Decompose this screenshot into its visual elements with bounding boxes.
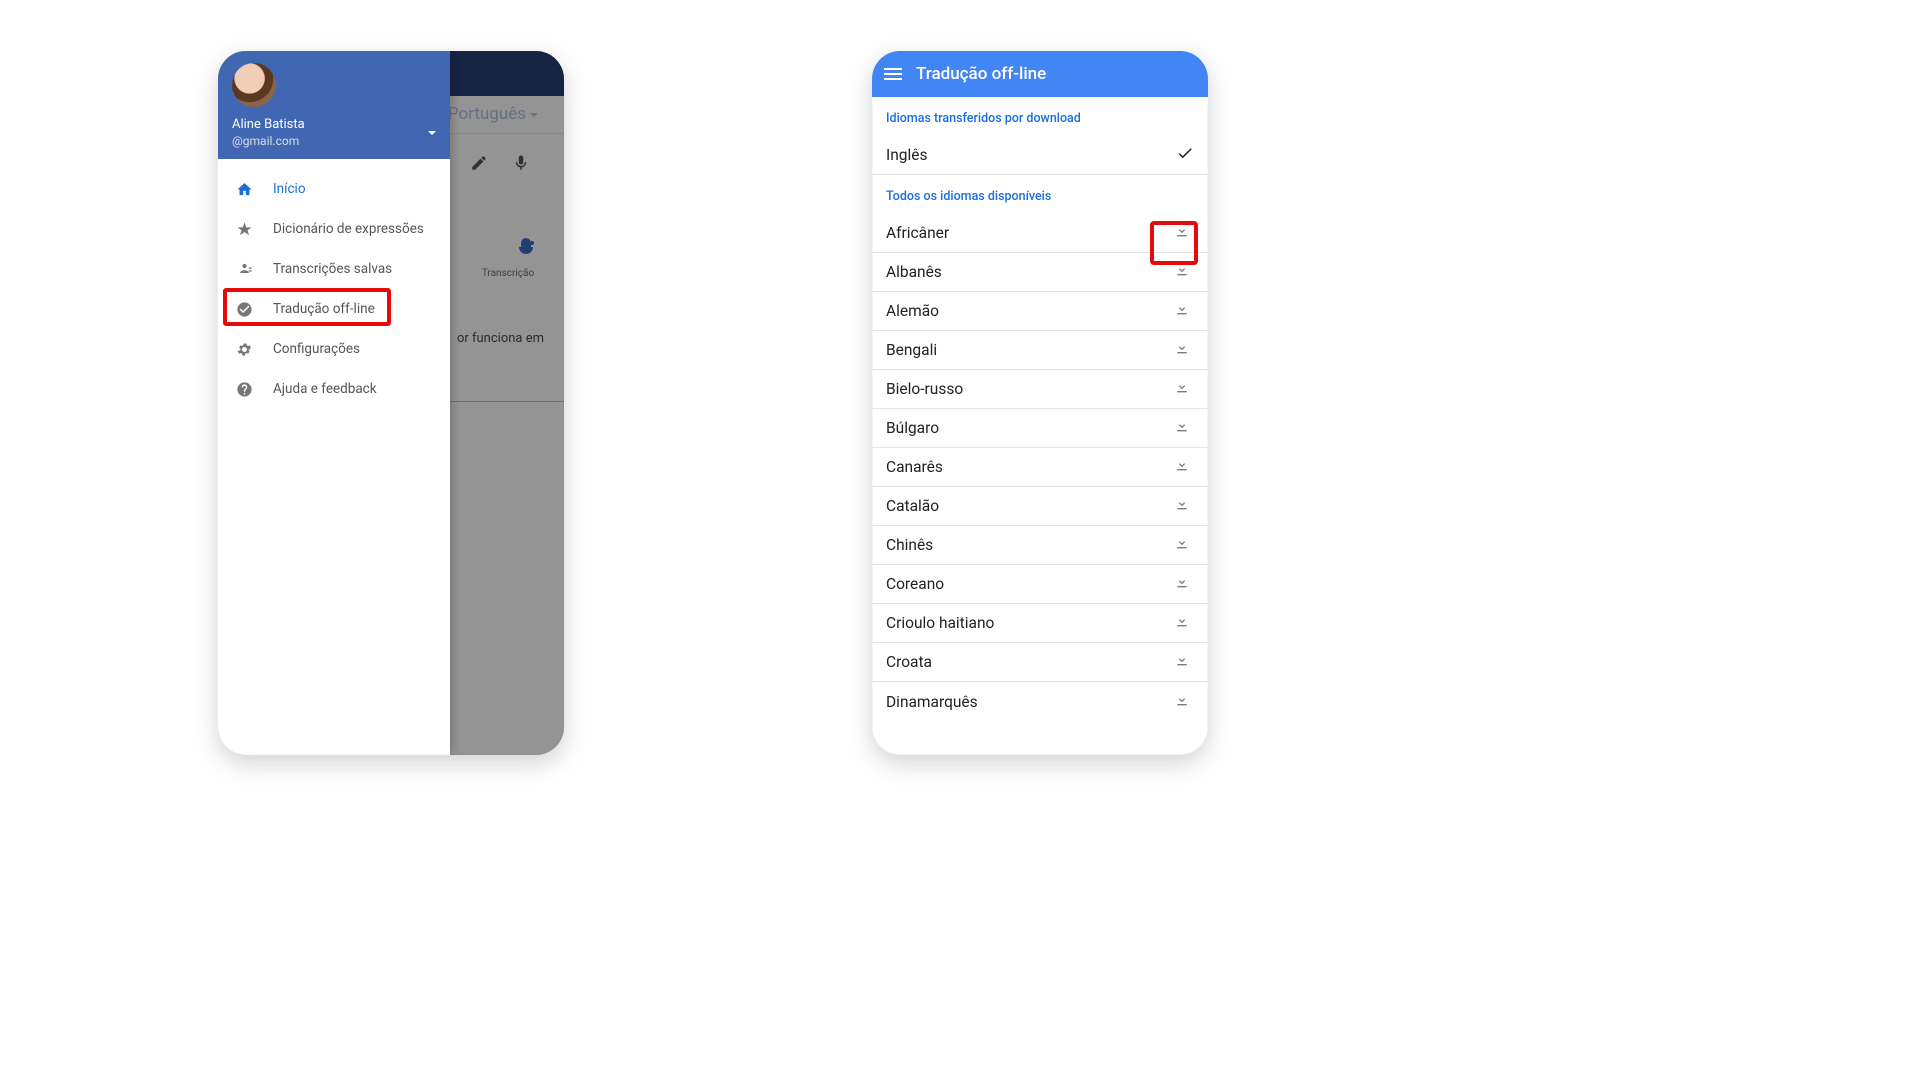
download-icon[interactable] (1170, 531, 1194, 559)
language-name: Africâner (886, 224, 949, 242)
voice-list-icon (236, 261, 253, 278)
account-name: Aline Batista (232, 117, 436, 132)
drawer-item-label: Configurações (273, 341, 360, 357)
language-row[interactable]: Catalão (872, 487, 1208, 526)
language-name: Bielo-russo (886, 380, 963, 398)
language-name: Alemão (886, 302, 939, 320)
language-name: Canarês (886, 458, 943, 476)
gear-icon (236, 341, 253, 358)
language-name: Dinamarquês (886, 693, 978, 711)
language-row[interactable]: Alemão (872, 292, 1208, 331)
navigation-drawer: Aline Batista @gmail.com Início Dicionár… (218, 51, 450, 755)
language-row[interactable]: Bielo-russo (872, 370, 1208, 409)
drawer-item-saved-transcripts[interactable]: Transcrições salvas (218, 249, 450, 289)
language-row[interactable]: Africâner (872, 214, 1208, 253)
app-bar: Tradução off-line (872, 51, 1208, 97)
language-row[interactable]: Bengali (872, 331, 1208, 370)
download-icon[interactable] (1170, 336, 1194, 364)
language-name: Crioulo haitiano (886, 614, 994, 632)
check-circle-icon (236, 301, 253, 318)
drawer-item-settings[interactable]: Configurações (218, 329, 450, 369)
language-name: Inglês (886, 146, 927, 164)
download-icon[interactable] (1170, 414, 1194, 442)
drawer-item-label: Dicionário de expressões (273, 221, 424, 237)
drawer-item-phrasebook[interactable]: Dicionário de expressões (218, 209, 450, 249)
account-caret-icon[interactable] (428, 131, 436, 139)
language-row[interactable]: Croata (872, 643, 1208, 682)
drawer-item-help[interactable]: Ajuda e feedback (218, 369, 450, 409)
page-title: Tradução off-line (916, 64, 1046, 84)
language-row[interactable]: Dinamarquês (872, 682, 1208, 721)
language-name: Coreano (886, 575, 944, 593)
drawer-account-header[interactable]: Aline Batista @gmail.com (218, 51, 450, 159)
download-icon[interactable] (1170, 570, 1194, 598)
download-icon[interactable] (1170, 219, 1194, 247)
download-icon[interactable] (1170, 688, 1194, 716)
section-downloaded-label: Idiomas transferidos por download (872, 97, 1208, 136)
download-icon[interactable] (1170, 648, 1194, 676)
drawer-item-label: Ajuda e feedback (273, 381, 377, 397)
phone-right: Tradução off-line Idiomas transferidos p… (872, 51, 1208, 755)
language-row[interactable]: Búlgaro (872, 409, 1208, 448)
language-row[interactable]: Chinês (872, 526, 1208, 565)
section-available-label: Todos os idiomas disponíveis (872, 175, 1208, 214)
language-name: Catalão (886, 497, 939, 515)
language-row-downloaded[interactable]: Inglês (872, 136, 1208, 175)
drawer-menu: Início Dicionário de expressões Transcri… (218, 159, 450, 419)
drawer-item-offline-translation[interactable]: Tradução off-line (218, 289, 450, 329)
drawer-item-label: Início (273, 181, 306, 197)
hamburger-icon[interactable] (884, 65, 902, 83)
download-icon[interactable] (1170, 375, 1194, 403)
language-row[interactable]: Crioulo haitiano (872, 604, 1208, 643)
language-row[interactable]: Coreano (872, 565, 1208, 604)
star-icon (236, 221, 253, 238)
language-list: Africâner Albanês Alemão Bengali Bielo-russo… (872, 214, 1208, 721)
drawer-item-label: Tradução off-line (273, 301, 375, 317)
language-row[interactable]: Albanês (872, 253, 1208, 292)
phone-left: Português Transcrição or funciona em Ali… (218, 51, 564, 755)
check-icon (1176, 144, 1194, 166)
download-icon[interactable] (1170, 609, 1194, 637)
language-row[interactable]: Canarês (872, 448, 1208, 487)
help-icon (236, 381, 253, 398)
download-icon[interactable] (1170, 453, 1194, 481)
download-icon[interactable] (1170, 297, 1194, 325)
drawer-item-label: Transcrições salvas (273, 261, 392, 277)
download-icon[interactable] (1170, 258, 1194, 286)
language-name: Búlgaro (886, 419, 939, 437)
language-name: Croata (886, 653, 932, 671)
account-email: @gmail.com (232, 134, 436, 148)
language-name: Bengali (886, 341, 937, 359)
drawer-item-home[interactable]: Início (218, 169, 450, 209)
language-name: Albanês (886, 263, 942, 281)
language-name: Chinês (886, 536, 933, 554)
avatar (232, 63, 276, 107)
download-icon[interactable] (1170, 492, 1194, 520)
home-icon (236, 181, 253, 198)
